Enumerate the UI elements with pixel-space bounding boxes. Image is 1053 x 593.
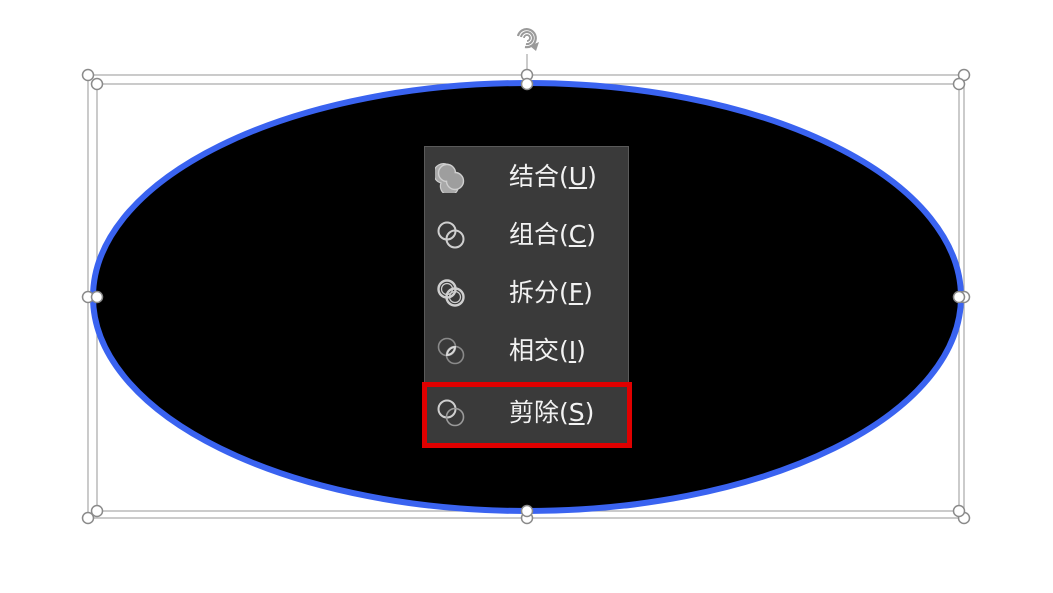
merge-shapes-menu: 结合(U) 组合(C) 拆分(F) 相交(I) 剪除(S) bbox=[424, 146, 629, 448]
menu-item-subtract[interactable]: 剪除(S) bbox=[425, 383, 628, 441]
menu-item-fragment[interactable]: 拆分(F) bbox=[425, 263, 628, 321]
menu-item-fragment-label: 拆分( bbox=[509, 278, 569, 307]
resize-handle-top-right-inner[interactable] bbox=[952, 77, 966, 91]
resize-handle-bottom-inner[interactable] bbox=[520, 504, 534, 518]
menu-item-union-key: U bbox=[568, 162, 588, 191]
resize-handle-right-inner[interactable] bbox=[952, 290, 966, 304]
menu-item-subtract-close: ) bbox=[584, 398, 595, 427]
menu-item-intersect-label: 相交( bbox=[509, 336, 569, 365]
menu-item-union-close: ) bbox=[587, 162, 597, 191]
resize-handle-top-left-outer[interactable] bbox=[81, 68, 95, 82]
rotate-handle-icon[interactable] bbox=[514, 25, 540, 51]
menu-item-subtract-key: S bbox=[568, 398, 585, 427]
resize-handle-bottom-right-inner[interactable] bbox=[952, 504, 966, 518]
menu-item-union-label: 结合( bbox=[509, 162, 569, 191]
menu-item-intersect[interactable]: 相交(I) bbox=[425, 321, 628, 379]
combine-shapes-icon bbox=[437, 221, 465, 249]
menu-item-combine[interactable]: 组合(C) bbox=[425, 205, 628, 263]
slide-canvas: 结合(U) 组合(C) 拆分(F) 相交(I) 剪除(S) bbox=[0, 0, 1053, 593]
resize-handle-left-inner[interactable] bbox=[90, 290, 104, 304]
fragment-shapes-icon bbox=[437, 279, 465, 307]
menu-item-combine-close: ) bbox=[586, 220, 596, 249]
menu-item-fragment-key: F bbox=[568, 278, 584, 307]
menu-item-subtract-label: 剪除( bbox=[509, 398, 569, 427]
menu-item-intersect-close: ) bbox=[576, 336, 586, 365]
resize-handle-top-left-inner[interactable] bbox=[90, 77, 104, 91]
menu-item-union[interactable]: 结合(U) bbox=[425, 147, 628, 205]
menu-item-fragment-close: ) bbox=[583, 278, 593, 307]
intersect-shapes-icon bbox=[437, 337, 465, 365]
resize-handle-bottom-left-inner[interactable] bbox=[90, 504, 104, 518]
menu-item-combine-label: 组合( bbox=[509, 220, 569, 249]
menu-item-combine-key: C bbox=[568, 220, 587, 249]
union-shapes-icon bbox=[435, 163, 465, 193]
resize-handle-top-inner[interactable] bbox=[520, 77, 534, 91]
subtract-shapes-icon bbox=[437, 399, 465, 427]
